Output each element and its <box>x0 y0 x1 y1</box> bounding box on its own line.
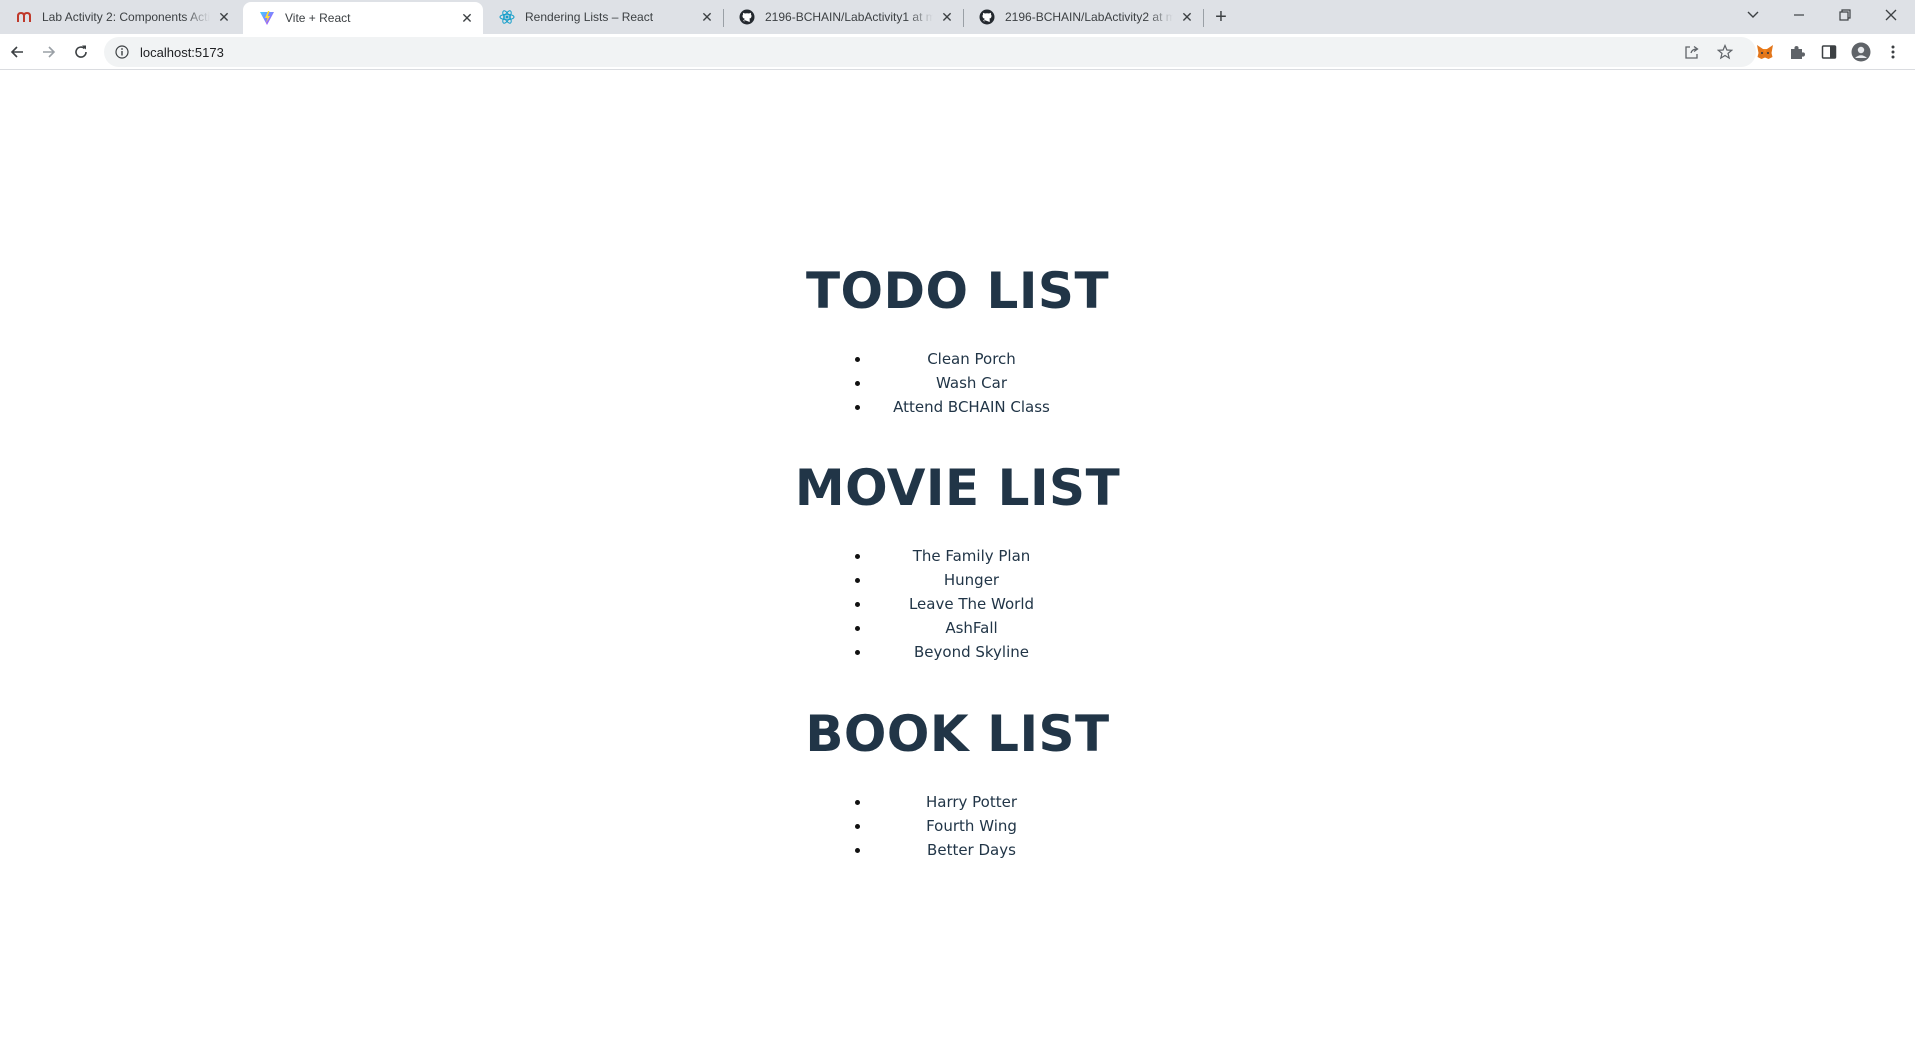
forward-arrow-icon[interactable] <box>35 38 63 66</box>
tab-vite-react[interactable]: Vite + React ✕ <box>243 2 483 34</box>
side-panel-icon[interactable] <box>1815 38 1843 66</box>
list-item: Wash Car <box>871 371 1073 395</box>
tab-title: Lab Activity 2: Components Activity <box>42 10 210 24</box>
github-icon <box>979 9 995 25</box>
restore-icon[interactable] <box>1822 0 1868 30</box>
list-item: Better Days <box>871 838 1073 862</box>
reload-icon[interactable] <box>67 38 95 66</box>
tab-rendering-lists[interactable]: Rendering Lists – React ✕ <box>483 0 723 34</box>
book-section: BOOK LIST Harry Potter Fourth Wing Bette… <box>0 704 1915 862</box>
movie-list: The Family Plan Hunger Leave The World A… <box>843 544 1073 664</box>
menu-kebab-icon[interactable] <box>1879 38 1907 66</box>
github-icon <box>739 9 755 25</box>
close-tab-icon[interactable]: ✕ <box>459 10 475 26</box>
tab-title: 2196-BCHAIN/LabActivity1 at main <box>765 10 933 24</box>
tab-title: Vite + React <box>285 11 351 25</box>
close-window-icon[interactable] <box>1868 0 1914 30</box>
movie-list-heading: MOVIE LIST <box>794 459 1121 517</box>
tab-github-labactivity2[interactable]: 2196-BCHAIN/LabActivity2 at main ✕ <box>963 0 1203 34</box>
todo-section: TODO LIST Clean Porch Wash Car Attend BC… <box>0 261 1915 419</box>
list-item: Fourth Wing <box>871 814 1073 838</box>
browser-toolbar: localhost:5173 <box>0 34 1915 70</box>
close-tab-icon[interactable]: ✕ <box>1179 9 1195 25</box>
tab-github-labactivity1[interactable]: 2196-BCHAIN/LabActivity1 at main ✕ <box>723 0 963 34</box>
list-item: The Family Plan <box>871 544 1073 568</box>
book-list: Harry Potter Fourth Wing Better Days <box>843 790 1073 862</box>
tab-strip: Lab Activity 2: Components Activity ✕ Vi… <box>0 0 1915 34</box>
tab-search-icon[interactable] <box>1730 0 1776 30</box>
todo-list: Clean Porch Wash Car Attend BCHAIN Class <box>843 347 1073 419</box>
list-item: Beyond Skyline <box>871 640 1073 664</box>
list-item: Harry Potter <box>871 790 1073 814</box>
extensions-puzzle-icon[interactable] <box>1783 38 1811 66</box>
tab-title: 2196-BCHAIN/LabActivity2 at main <box>1005 10 1173 24</box>
metamask-extension-icon[interactable] <box>1751 38 1779 66</box>
address-bar[interactable]: localhost:5173 <box>104 37 1756 67</box>
close-tab-icon[interactable]: ✕ <box>699 9 715 25</box>
list-item: Attend BCHAIN Class <box>871 395 1073 419</box>
share-icon[interactable] <box>1677 37 1707 67</box>
page-viewport: TODO LIST Clean Porch Wash Car Attend BC… <box>0 71 1915 1041</box>
moodle-icon <box>16 9 32 25</box>
react-icon <box>499 9 515 25</box>
profile-avatar-icon[interactable] <box>1847 38 1875 66</box>
bookmark-star-icon[interactable] <box>1710 37 1740 67</box>
vite-icon <box>259 10 275 26</box>
minimize-icon[interactable] <box>1776 0 1822 30</box>
list-item: Leave The World <box>871 592 1073 616</box>
back-arrow-icon[interactable] <box>3 38 31 66</box>
close-tab-icon[interactable]: ✕ <box>939 9 955 25</box>
close-tab-icon[interactable]: ✕ <box>216 9 232 25</box>
url-text: localhost:5173 <box>140 44 224 60</box>
todo-list-heading: TODO LIST <box>805 262 1110 320</box>
new-tab-button[interactable]: + <box>1207 6 1235 28</box>
tab-separator <box>1203 9 1204 27</box>
book-list-heading: BOOK LIST <box>805 705 1110 763</box>
movie-section: MOVIE LIST The Family Plan Hunger Leave … <box>0 458 1915 664</box>
site-info-icon[interactable] <box>114 44 130 60</box>
list-item: Hunger <box>871 568 1073 592</box>
tab-lab-activity[interactable]: Lab Activity 2: Components Activity ✕ <box>0 0 240 34</box>
list-item: AshFall <box>871 616 1073 640</box>
list-item: Clean Porch <box>871 347 1073 371</box>
tab-title: Rendering Lists – React <box>525 10 654 24</box>
